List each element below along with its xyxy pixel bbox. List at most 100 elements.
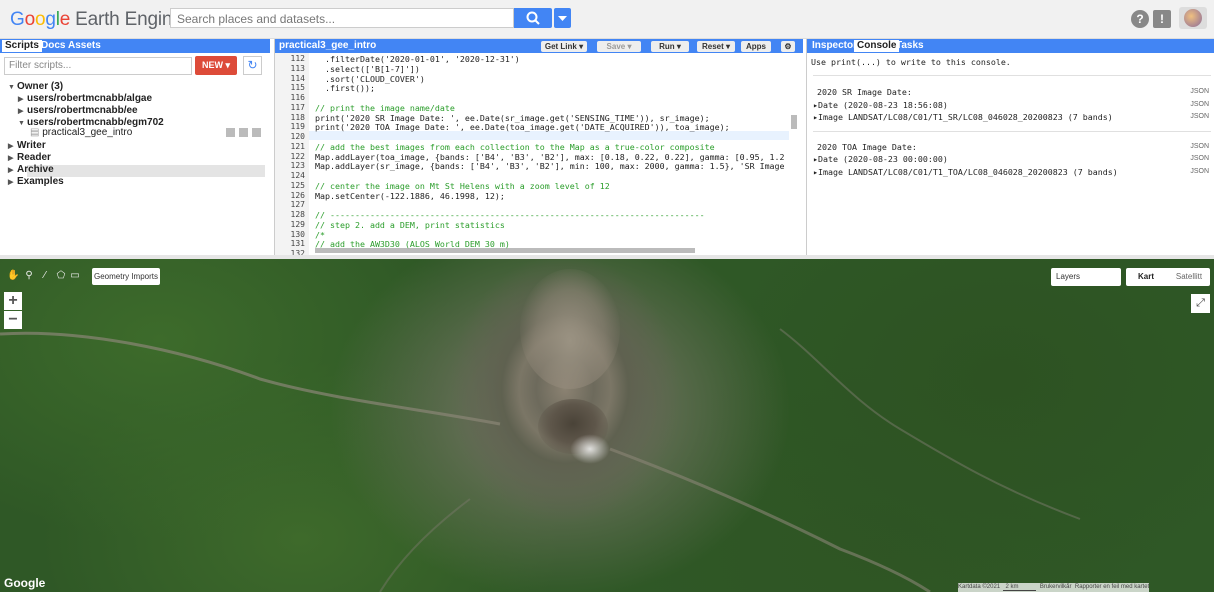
save-button[interactable]: Save ▾ bbox=[597, 41, 641, 52]
code-line[interactable]: // -------------------------------------… bbox=[315, 210, 785, 220]
gear-icon[interactable]: ⚙ bbox=[781, 41, 795, 52]
code-line[interactable]: .sort('CLOUD_COVER') bbox=[315, 74, 785, 84]
report-link[interactable]: Rapporter en feil med kartet bbox=[1075, 584, 1149, 590]
account-button[interactable] bbox=[1179, 7, 1207, 29]
tab-docs[interactable]: Docs bbox=[38, 40, 68, 52]
code-line[interactable]: .filterDate('2020-01-01', '2020-12-31') bbox=[315, 54, 785, 64]
console-panel: Inspector Console Tasks Use print(...) t… bbox=[806, 39, 1214, 255]
search-input[interactable]: Search places and datasets... bbox=[170, 8, 514, 28]
json-link[interactable]: JSON bbox=[1190, 113, 1209, 120]
code-line[interactable]: Map.addLayer(toa_image, {bands: ['B4', '… bbox=[315, 152, 785, 162]
search-dropdown-button[interactable] bbox=[554, 8, 571, 28]
button-label: Run bbox=[659, 42, 675, 51]
code-line[interactable]: .select(['B[1-7]']) bbox=[315, 64, 785, 74]
tree-owner[interactable]: ▼ Owner (3) bbox=[8, 81, 63, 92]
zoom-out-button[interactable]: − bbox=[4, 311, 22, 329]
top-header: Google Earth Engine Search places and dat… bbox=[0, 0, 1214, 39]
left-tab-bar: Scripts Docs Assets bbox=[0, 39, 270, 53]
run-button[interactable]: Run ▾ bbox=[651, 41, 689, 52]
feedback-icon[interactable]: ! bbox=[1153, 10, 1171, 28]
code-line[interactable]: print('2020 SR Image Date: ', ee.Date(sr… bbox=[315, 113, 785, 123]
tree-reader[interactable]: ▶ Reader bbox=[8, 152, 51, 163]
code-line[interactable]: // print the image name/date bbox=[315, 103, 785, 113]
file-label: practical3_gee_intro bbox=[42, 127, 133, 138]
code-line[interactable]: Map.addLayer(sr_image, {bands: ['B4', 'B… bbox=[315, 161, 785, 171]
tree-repo-ee[interactable]: ▶ users/robertmcnabb/ee bbox=[18, 105, 138, 116]
code-line[interactable]: /* bbox=[315, 230, 785, 240]
code-line[interactable]: // add the best images from each collect… bbox=[315, 142, 785, 152]
tab-scripts[interactable]: Scripts bbox=[2, 40, 42, 52]
repo-label: users/robertmcnabb/ee bbox=[27, 105, 138, 116]
scripts-panel: Scripts Docs Assets Filter scripts... NE… bbox=[0, 39, 270, 255]
line-number: 113 bbox=[290, 63, 305, 73]
search-button[interactable] bbox=[514, 8, 552, 28]
tree-repo-algae[interactable]: ▶ users/robertmcnabb/algae bbox=[18, 93, 152, 104]
editor-vertical-scrollbar[interactable] bbox=[791, 115, 797, 129]
console-sr-image[interactable]: ▸Image LANDSAT/LC08/C01/T1_SR/LC08_04602… bbox=[813, 112, 1113, 122]
refresh-icon[interactable]: ↻ bbox=[243, 56, 262, 75]
draw-line-icon[interactable]: ⁄ bbox=[39, 270, 51, 282]
code-line[interactable]: // add the AW3D30 (ALOS World DEM 30 m) bbox=[315, 239, 785, 249]
point-marker-icon[interactable]: ⚲ bbox=[23, 270, 35, 282]
tree-archive[interactable]: ▶ Archive bbox=[8, 164, 54, 175]
line-number: 124 bbox=[290, 171, 305, 180]
code-line[interactable]: Map.setCenter(-122.1886, 46.1998, 12); bbox=[315, 191, 785, 201]
line-number: 120 bbox=[290, 132, 305, 141]
terms-link[interactable]: Brukervilkår bbox=[1040, 584, 1072, 590]
console-toa-image[interactable]: ▸Image LANDSAT/LC08/C01/T1_TOA/LC08_0460… bbox=[813, 167, 1118, 177]
console-value: Date (2020-08-23 18:56:08) bbox=[818, 100, 948, 110]
new-button[interactable]: NEW ▾ bbox=[195, 56, 237, 75]
code-line[interactable]: .first()); bbox=[315, 83, 785, 93]
layers-button[interactable]: Layers bbox=[1051, 268, 1121, 286]
draw-rectangle-icon[interactable]: ▭ bbox=[69, 270, 81, 282]
tab-assets[interactable]: Assets bbox=[65, 40, 104, 52]
filter-scripts-input[interactable]: Filter scripts... bbox=[4, 57, 192, 75]
console-sr-date[interactable]: ▸Date (2020-08-23 18:56:08) bbox=[813, 100, 948, 110]
reset-button[interactable]: Reset ▾ bbox=[697, 41, 735, 52]
logo-product-name: Earth Engine bbox=[75, 9, 183, 30]
pan-hand-icon[interactable]: ✋ bbox=[7, 270, 19, 282]
json-link[interactable]: JSON bbox=[1190, 155, 1209, 162]
river-valleys bbox=[0, 328, 1081, 592]
zoom-in-button[interactable]: + bbox=[4, 292, 22, 310]
geometry-imports-button[interactable]: Geometry Imports bbox=[92, 268, 160, 285]
json-link[interactable]: JSON bbox=[1190, 168, 1209, 175]
console-intro: Use print(...) to write to this console. bbox=[811, 57, 1011, 67]
json-link[interactable]: JSON bbox=[1190, 88, 1209, 95]
section-label: Examples bbox=[17, 176, 64, 187]
attribution-text: Kartdata ©2021 bbox=[958, 584, 1001, 590]
draw-polygon-icon[interactable]: ⬠ bbox=[55, 270, 67, 282]
tab-tasks[interactable]: Tasks bbox=[893, 40, 927, 52]
rename-icon[interactable] bbox=[226, 128, 235, 137]
map-attribution: Kartdata ©2021 2 km Brukervilkår Rapport… bbox=[958, 583, 1150, 592]
edit-icon[interactable] bbox=[239, 128, 248, 137]
tree-examples[interactable]: ▶ Examples bbox=[8, 176, 64, 187]
json-link[interactable]: JSON bbox=[1190, 143, 1209, 150]
console-toa-date[interactable]: ▸Date (2020-08-23 00:00:00) bbox=[813, 154, 948, 164]
console-sr-title: 2020 SR Image Date: bbox=[817, 87, 912, 97]
delete-icon[interactable] bbox=[252, 128, 261, 137]
fullscreen-icon[interactable]: ⤢ bbox=[1191, 294, 1210, 313]
tab-inspector[interactable]: Inspector bbox=[809, 40, 860, 52]
map-type-satellite-button[interactable]: Satellitt bbox=[1168, 268, 1210, 286]
code-line[interactable]: print('2020 TOA Image Date: ', ee.Date(t… bbox=[315, 122, 785, 132]
search-icon bbox=[526, 11, 540, 25]
code-editor-panel: practical3_gee_intro Get Link ▾ Save ▾ R… bbox=[274, 39, 803, 258]
apps-button[interactable]: Apps bbox=[741, 41, 771, 52]
json-link[interactable]: JSON bbox=[1190, 101, 1209, 108]
code-line[interactable]: // center the image on Mt St Helens with… bbox=[315, 181, 785, 191]
right-tab-bar: Inspector Console Tasks bbox=[807, 39, 1214, 53]
console-divider bbox=[813, 131, 1211, 132]
tree-writer[interactable]: ▶ Writer bbox=[8, 140, 46, 151]
help-icon[interactable]: ? bbox=[1131, 10, 1149, 28]
get-link-button[interactable]: Get Link ▾ bbox=[541, 41, 587, 52]
satellite-map[interactable] bbox=[0, 259, 1214, 592]
earth-engine-logo[interactable]: Google Earth Engine bbox=[10, 9, 183, 31]
scale-bar: 2 km bbox=[1003, 584, 1037, 591]
line-number: 123 bbox=[290, 161, 305, 171]
code-line[interactable]: // step 2. add a DEM, print statistics bbox=[315, 220, 785, 230]
tree-file[interactable]: ▤ practical3_gee_intro bbox=[30, 127, 132, 138]
section-label: Writer bbox=[17, 140, 46, 151]
map-type-map-button[interactable]: Kart bbox=[1126, 268, 1166, 286]
console-value: Date (2020-08-23 00:00:00) bbox=[818, 154, 948, 164]
